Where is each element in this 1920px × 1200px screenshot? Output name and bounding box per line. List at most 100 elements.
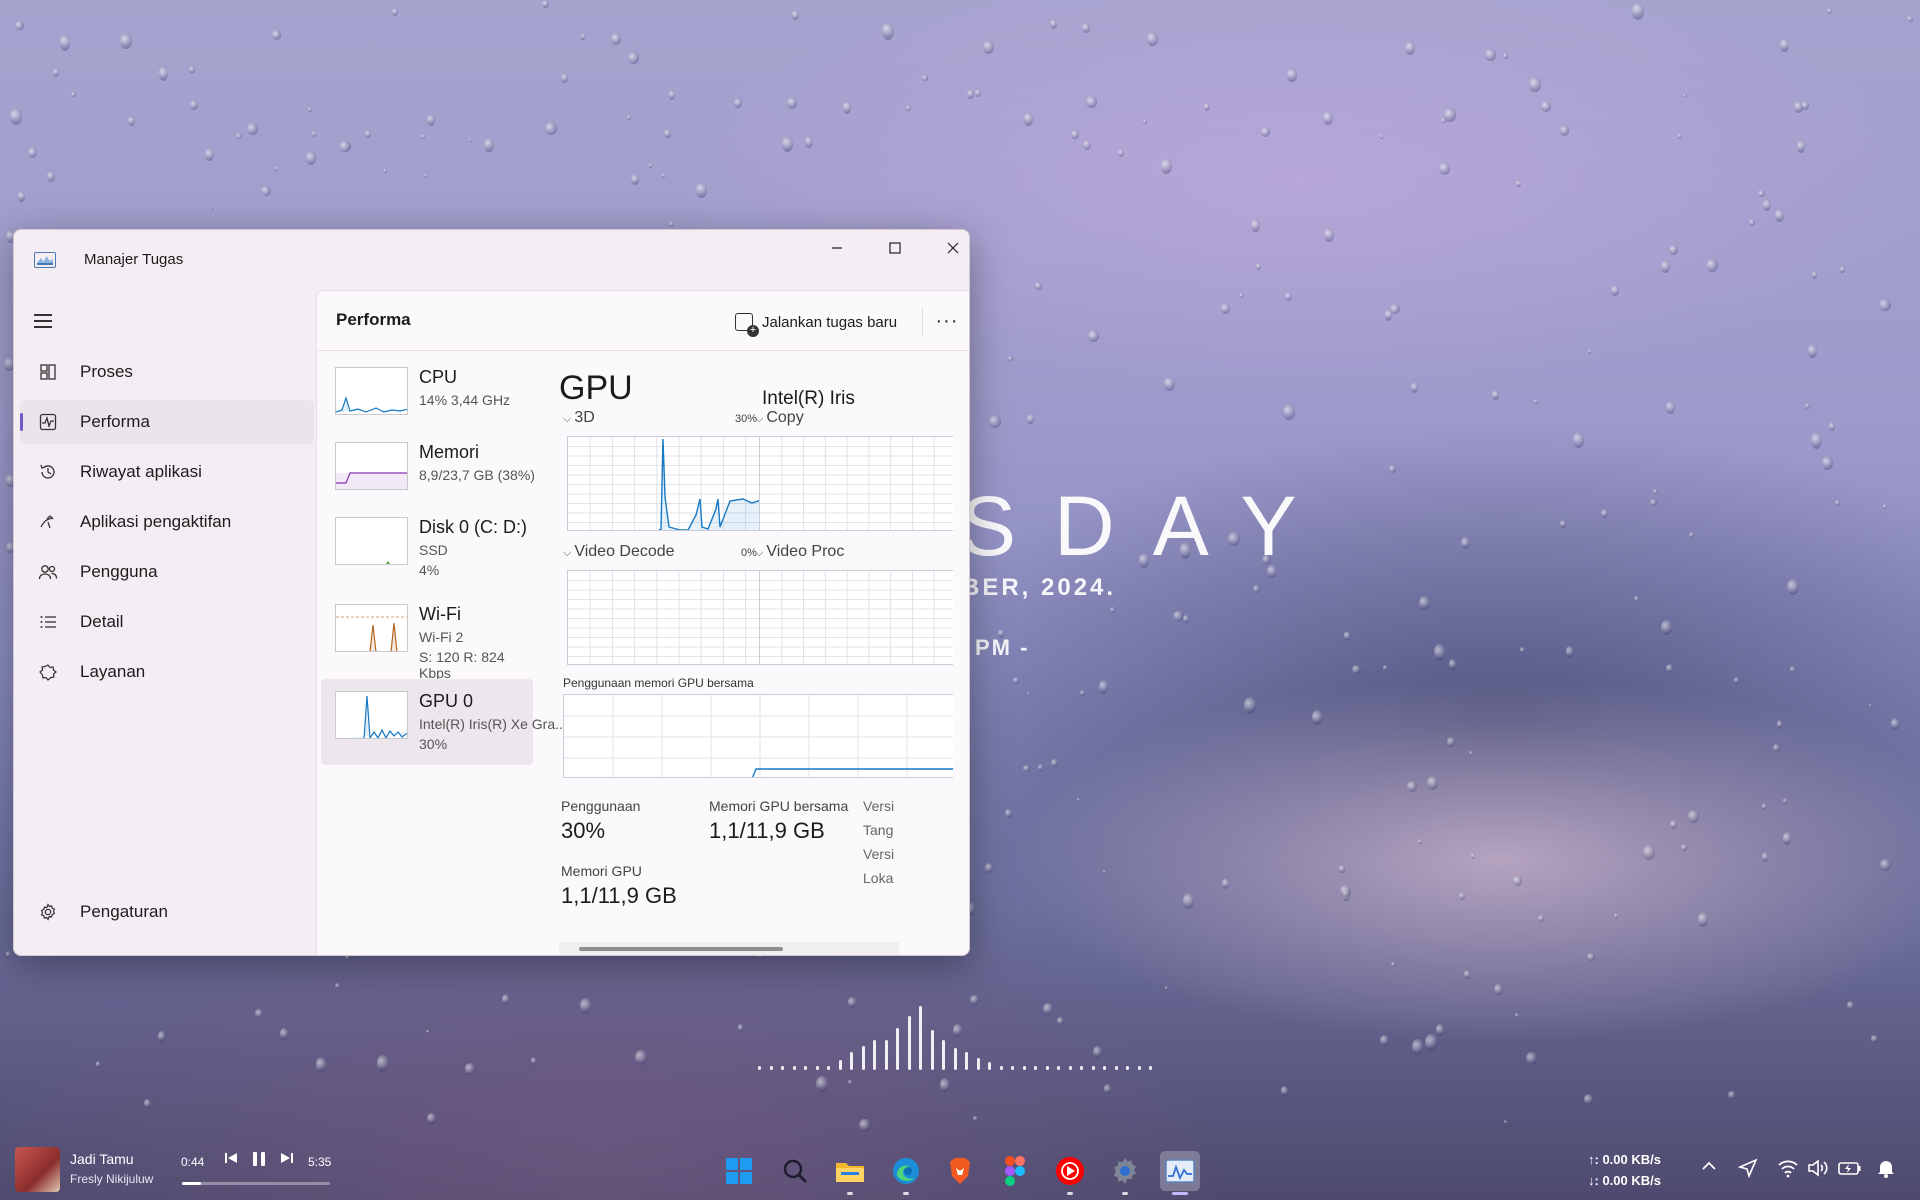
media-progress-bar[interactable] xyxy=(182,1182,330,1185)
sidebar-item-services[interactable]: Layanan xyxy=(20,650,314,694)
wifi-thumbnail-graph xyxy=(335,604,408,652)
visualizer-bar xyxy=(827,1066,830,1070)
graph-video-processing xyxy=(759,570,953,665)
next-track-button[interactable] xyxy=(280,1151,294,1168)
pause-button[interactable] xyxy=(251,1151,267,1170)
more-options-button[interactable]: ··· xyxy=(929,303,965,339)
chevron-down-icon: ⌵ xyxy=(755,413,764,425)
device-usage: 4% xyxy=(419,562,440,578)
sidebar-item-app-history[interactable]: Riwayat aplikasi xyxy=(20,450,314,494)
file-explorer-button[interactable] xyxy=(830,1151,870,1195)
maximize-button[interactable] xyxy=(866,230,924,266)
device-item-wifi[interactable]: Wi-Fi Wi-Fi 2 S: 120 R: 824 Kbps xyxy=(321,592,533,681)
sidebar-item-label: Pengguna xyxy=(80,562,158,581)
task-manager-taskbar-button[interactable] xyxy=(1160,1151,1200,1195)
graph-3d-dropdown[interactable]: ⌵ 3D xyxy=(563,409,595,427)
figma-button[interactable] xyxy=(995,1151,1035,1191)
device-item-gpu[interactable]: GPU 0 Intel(R) Iris(R) Xe Gra... 30% xyxy=(321,679,567,765)
sidebar-item-details[interactable]: Detail xyxy=(20,600,314,644)
title-bar[interactable]: Manajer Tugas xyxy=(14,230,969,290)
visualizer-bar xyxy=(988,1062,991,1070)
device-item-disk[interactable]: Disk 0 (C: D:) SSD 4% xyxy=(321,505,533,591)
visualizer-bar xyxy=(942,1040,945,1070)
task-manager-app-icon xyxy=(34,252,56,268)
youtube-music-button[interactable] xyxy=(1050,1151,1090,1195)
visualizer-bar xyxy=(838,1060,842,1070)
media-progress-fill xyxy=(182,1182,202,1185)
services-icon xyxy=(37,661,59,683)
visualizer-bar xyxy=(1149,1066,1152,1070)
previous-track-button[interactable] xyxy=(224,1151,238,1168)
settings-app-icon xyxy=(1114,1158,1136,1184)
history-icon xyxy=(37,461,59,483)
sidebar-item-startup-apps[interactable]: Aplikasi pengaktifan xyxy=(20,500,314,544)
sidebar-item-label: Proses xyxy=(80,362,133,381)
sidebar-item-processes[interactable]: Proses xyxy=(20,350,314,394)
album-art[interactable] xyxy=(15,1147,60,1192)
graph-video-decode xyxy=(567,570,789,665)
start-button[interactable] xyxy=(719,1151,759,1191)
visualizer-bar xyxy=(781,1066,784,1070)
visualizer-bar xyxy=(1034,1066,1037,1070)
speaker-icon xyxy=(1808,1159,1828,1177)
device-detail: Intel(R) Iris(R) Xe Gra... xyxy=(419,716,567,732)
graph-video-decode-dropdown[interactable]: ⌵ Video Decode xyxy=(563,543,675,561)
device-item-memory[interactable]: Memori 8,9/23,7 GB (38%) xyxy=(321,430,535,516)
performance-panel: Performa Jalankan tugas baru ··· CPU 14%… xyxy=(316,290,969,955)
gpu-memory-label: Memori GPU xyxy=(561,863,642,879)
gear-icon xyxy=(37,901,59,923)
visualizer-bar xyxy=(919,1006,922,1070)
graph-video-processing-dropdown[interactable]: ⌵ Video Proc xyxy=(755,543,844,561)
sidebar-item-label: Performa xyxy=(80,412,150,431)
visualizer-bar xyxy=(907,1016,911,1070)
location-tray-button[interactable] xyxy=(1737,1158,1758,1183)
volume-tray-button[interactable] xyxy=(1807,1158,1829,1183)
bell-icon xyxy=(1878,1161,1894,1178)
close-button[interactable] xyxy=(924,230,969,266)
settings-app-button[interactable] xyxy=(1105,1151,1145,1195)
minimize-button[interactable] xyxy=(808,230,866,266)
horizontal-scrollbar[interactable] xyxy=(559,942,899,955)
notifications-button[interactable] xyxy=(1876,1158,1896,1183)
hamburger-menu-icon[interactable] xyxy=(34,312,54,328)
visualizer-bar xyxy=(1114,1066,1118,1070)
now-playing-artist: Fresly Nikijuluw xyxy=(70,1172,154,1186)
graph-copy-dropdown[interactable]: ⌵ Copy xyxy=(755,409,804,427)
visualizer-bar xyxy=(1045,1066,1049,1070)
device-usage: 30% xyxy=(419,736,448,752)
usage-label: Penggunaan xyxy=(561,798,641,814)
sidebar: Proses Performa Riwayat aplikasi Aplikas… xyxy=(14,290,314,955)
visualizer-bar xyxy=(999,1066,1003,1070)
shared-memory-graph xyxy=(563,694,953,778)
battery-tray-button[interactable] xyxy=(1838,1158,1862,1183)
processes-icon xyxy=(37,361,59,383)
visualizer-bar xyxy=(953,1048,957,1070)
visualizer-bar xyxy=(815,1066,819,1070)
header-divider xyxy=(922,307,923,337)
show-hidden-icons-button[interactable] xyxy=(1701,1158,1717,1179)
edge-browser-button[interactable] xyxy=(886,1151,926,1195)
folder-icon xyxy=(836,1163,864,1182)
graph-3d xyxy=(567,436,789,531)
taskbar-search-button[interactable] xyxy=(775,1151,815,1191)
task-manager-icon xyxy=(1165,1159,1195,1183)
device-item-cpu[interactable]: CPU 14% 3,44 GHz xyxy=(321,355,533,441)
brave-browser-button[interactable] xyxy=(940,1151,980,1191)
users-icon xyxy=(37,561,59,583)
memory-thumbnail-graph xyxy=(335,442,408,490)
device-detail: Wi-Fi 2 xyxy=(419,629,464,645)
visualizer-bar xyxy=(896,1028,899,1070)
sidebar-item-label: Layanan xyxy=(80,662,146,681)
sidebar-item-settings[interactable]: Pengaturan xyxy=(20,890,314,934)
sidebar-item-users[interactable]: Pengguna xyxy=(20,550,314,594)
sidebar-item-label: Aplikasi pengaktifan xyxy=(80,512,232,531)
figma-icon xyxy=(1005,1156,1025,1186)
graph-copy xyxy=(759,436,953,531)
run-new-task-button[interactable]: Jalankan tugas baru xyxy=(735,309,897,337)
visualizer-bar xyxy=(1080,1066,1083,1070)
brave-icon xyxy=(950,1158,970,1184)
wifi-tray-button[interactable] xyxy=(1777,1158,1799,1183)
sidebar-item-performance[interactable]: Performa xyxy=(20,400,314,444)
horizontal-scrollbar-thumb[interactable] xyxy=(579,947,783,951)
device-name: GPU 0 xyxy=(419,691,474,711)
